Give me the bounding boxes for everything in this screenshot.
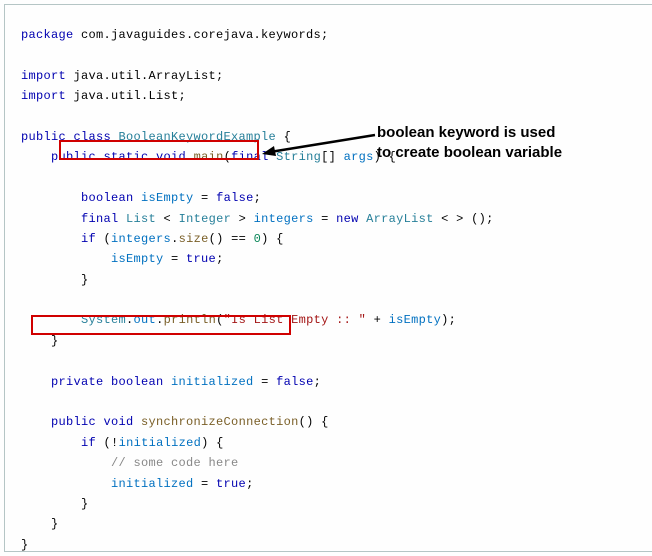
- code-text: }: [81, 273, 89, 287]
- code-text: <: [156, 212, 171, 226]
- variable: isEmpty: [381, 313, 441, 327]
- keyword: boolean: [81, 191, 134, 205]
- code-text: !: [111, 436, 119, 450]
- code-text: java.util.ArrayList;: [66, 69, 224, 83]
- code-text: }: [21, 538, 29, 552]
- code-text: < > ();: [434, 212, 494, 226]
- code-text: {: [314, 415, 329, 429]
- code-line: // some code here: [21, 453, 639, 473]
- code-line: import java.util.ArrayList;: [21, 66, 639, 86]
- code-text: +: [366, 313, 381, 327]
- variable: initialized: [164, 375, 254, 389]
- code-text: (: [96, 232, 111, 246]
- blank-line: [21, 45, 639, 65]
- code-text: ;: [314, 375, 322, 389]
- code-line: }: [21, 514, 639, 534]
- variable: integers: [246, 212, 314, 226]
- keyword: if: [81, 436, 96, 450]
- code-line: boolean isEmpty = false;: [21, 188, 639, 208]
- annotation-text: boolean keyword is used to create boolea…: [377, 123, 562, 162]
- annotation-line2: to create boolean variable: [377, 143, 562, 163]
- number: 0: [246, 232, 261, 246]
- keyword: void: [96, 415, 134, 429]
- code-text: }: [51, 334, 59, 348]
- annotation-line1: boolean keyword is used: [377, 123, 562, 143]
- keyword: import: [21, 69, 66, 83]
- code-text: ;: [246, 477, 254, 491]
- variable: isEmpty: [111, 252, 164, 266]
- code-text: .: [171, 232, 179, 246]
- code-line: if (integers.size() == 0) {: [21, 229, 639, 249]
- code-text: ==: [224, 232, 247, 246]
- type: Integer: [171, 212, 231, 226]
- code-text: ;: [254, 191, 262, 205]
- keyword: if: [81, 232, 96, 246]
- keyword: final: [81, 212, 119, 226]
- code-text: }: [81, 497, 89, 511]
- keyword: private: [51, 375, 104, 389]
- code-text: =: [254, 375, 269, 389]
- keyword: boolean: [104, 375, 164, 389]
- keyword: new: [329, 212, 359, 226]
- code-line: }: [21, 535, 639, 555]
- code-text: (: [96, 436, 111, 450]
- blank-line: [21, 168, 639, 188]
- literal: true: [179, 252, 217, 266]
- code-text: =: [194, 191, 209, 205]
- blank-line: [21, 290, 639, 310]
- code-text: =: [314, 212, 329, 226]
- code-line: isEmpty = true;: [21, 249, 639, 269]
- code-line: private boolean initialized = false;: [21, 372, 639, 392]
- variable: initialized: [119, 436, 202, 450]
- code-line: import java.util.List;: [21, 86, 639, 106]
- code-text: ) {: [201, 436, 224, 450]
- code-panel: package com.javaguides.corejava.keywords…: [4, 4, 652, 552]
- code-text: ) {: [261, 232, 284, 246]
- code-line: initialized = true;: [21, 474, 639, 494]
- arrow-icon: [260, 130, 380, 160]
- method-name: synchronizeConnection: [134, 415, 299, 429]
- code-text: }: [51, 517, 59, 531]
- code-line: }: [21, 494, 639, 514]
- code-line: final List < Integer > integers = new Ar…: [21, 209, 639, 229]
- code-text: =: [194, 477, 209, 491]
- literal: true: [209, 477, 247, 491]
- blank-line: [21, 351, 639, 371]
- type: List: [119, 212, 157, 226]
- code-text: java.util.List;: [66, 89, 186, 103]
- variable: initialized: [111, 477, 194, 491]
- code-line: public void synchronizeConnection() {: [21, 412, 639, 432]
- highlight-box-2: [31, 315, 291, 335]
- comment: // some code here: [111, 456, 239, 470]
- variable: isEmpty: [134, 191, 194, 205]
- code-text: =: [164, 252, 179, 266]
- code-text: ;: [216, 252, 224, 266]
- code-line: if (!initialized) {: [21, 433, 639, 453]
- code-text: );: [441, 313, 456, 327]
- literal: false: [269, 375, 314, 389]
- highlight-box-1: [59, 140, 259, 160]
- keyword: public: [51, 415, 96, 429]
- literal: false: [209, 191, 254, 205]
- code-text: com.javaguides.corejava.keywords;: [74, 28, 329, 42]
- code-text: (): [299, 415, 314, 429]
- code-line: }: [21, 270, 639, 290]
- method-name: size: [179, 232, 209, 246]
- code-line: package com.javaguides.corejava.keywords…: [21, 25, 639, 45]
- code-text: >: [231, 212, 246, 226]
- variable: integers: [111, 232, 171, 246]
- code-text: (): [209, 232, 224, 246]
- blank-line: [21, 392, 639, 412]
- keyword: package: [21, 28, 74, 42]
- type: ArrayList: [359, 212, 434, 226]
- keyword: import: [21, 89, 66, 103]
